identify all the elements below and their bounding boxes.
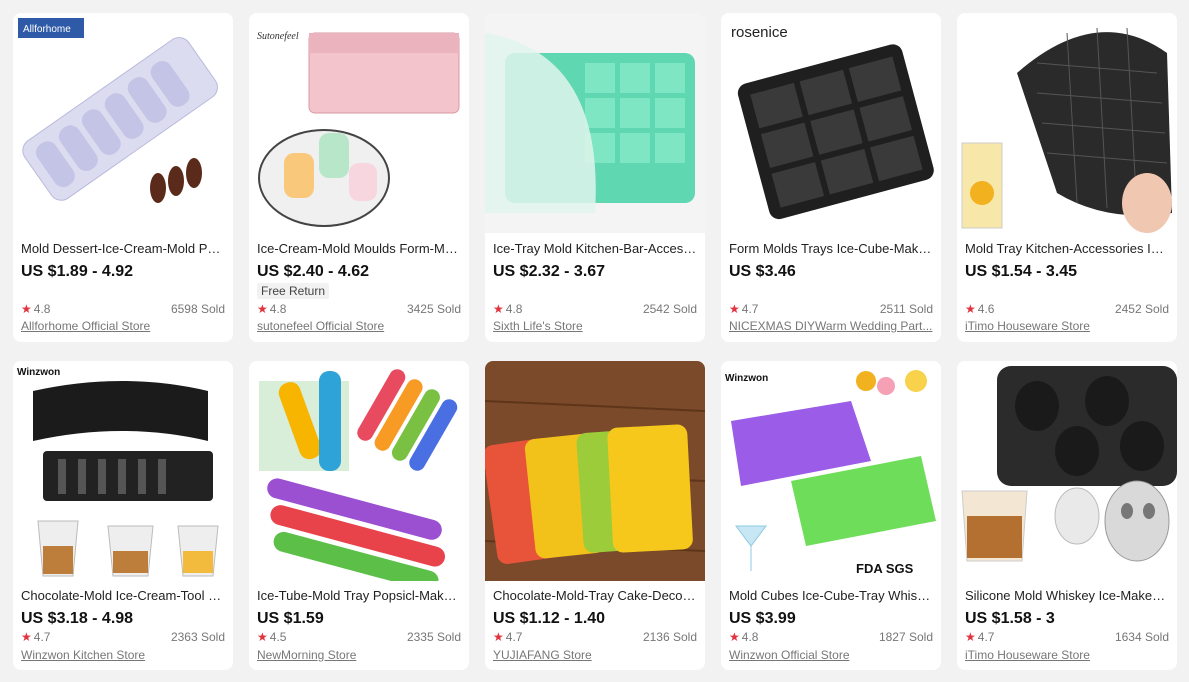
store-link[interactable]: Sixth Life's Store: [493, 319, 697, 333]
product-card[interactable]: Mold Tray Kitchen-Accessories Ice-... US…: [957, 13, 1177, 342]
star-icon: ★: [21, 630, 32, 644]
product-title[interactable]: Form Molds Trays Ice-Cube-Maker ...: [729, 241, 933, 256]
product-title[interactable]: Mold Tray Kitchen-Accessories Ice-...: [965, 241, 1169, 256]
star-icon: ★: [257, 630, 268, 644]
product-image[interactable]: Winzwon: [13, 361, 233, 581]
product-price: US $1.58 - 3: [965, 610, 1055, 627]
star-icon: ★: [965, 302, 976, 316]
star-icon: ★: [729, 630, 740, 644]
sold-count: 3425 Sold: [406, 302, 461, 316]
product-price: US $1.54 - 3.45: [965, 263, 1078, 280]
rating: ★ 4.7: [729, 302, 759, 316]
product-card[interactable]: Winzwon FDA SGS Mold Cubes Ice-Cube-Tray…: [721, 361, 941, 670]
product-price: US $1.89 - 4.92: [21, 263, 134, 280]
store-link[interactable]: Winzwon Kitchen Store: [21, 648, 225, 662]
rating: ★ 4.8: [21, 302, 51, 316]
certification-label: FDA SGS: [856, 561, 914, 576]
store-link[interactable]: sutonefeel Official Store: [257, 319, 461, 333]
product-image[interactable]: [957, 361, 1177, 581]
product-card[interactable]: Winzwon Chocolate-Mold Ice-Cream-Tool W.…: [13, 361, 233, 670]
product-card[interactable]: Sutonefeel Ice-Cream-Mold Moulds Form-Ma…: [249, 13, 469, 342]
product-title[interactable]: Ice-Tray Mold Kitchen-Bar-Accesso...: [493, 241, 697, 256]
star-icon: ★: [21, 302, 32, 316]
product-title[interactable]: Ice-Tube-Mold Tray Popsicl-Maker ...: [257, 588, 461, 603]
store-link[interactable]: iTimo Houseware Store: [965, 319, 1169, 333]
sold-count: 2511 Sold: [879, 302, 933, 316]
product-card[interactable]: Chocolate-Mold-Tray Cake-Decora... US $1…: [485, 361, 705, 670]
product-image[interactable]: [485, 361, 705, 581]
free-return-badge: Free Return: [257, 283, 330, 299]
store-link[interactable]: NICEXMAS DIYWarm Wedding Part...: [729, 319, 933, 333]
sold-count: 1634 Sold: [1114, 630, 1169, 644]
product-title[interactable]: Silicone Mold Whiskey Ice-Maker K...: [965, 588, 1169, 603]
sold-count: 2363 Sold: [170, 630, 225, 644]
product-price: US $3.99: [729, 610, 796, 627]
store-link[interactable]: YUJIAFANG Store: [493, 648, 697, 662]
sold-count: 1827 Sold: [878, 630, 933, 644]
product-title[interactable]: Chocolate-Mold-Tray Cake-Decora...: [493, 588, 697, 603]
product-grid: Allforhome Mold Dessert-Ice-Cream-Mold P…: [13, 13, 1177, 670]
brand-logo: Winzwon: [17, 367, 60, 378]
product-image[interactable]: rosenice: [721, 13, 941, 233]
sold-count: 2542 Sold: [642, 302, 697, 316]
product-image[interactable]: Sutonefeel: [249, 13, 469, 233]
star-icon: ★: [493, 302, 504, 316]
product-image[interactable]: [957, 13, 1177, 233]
product-title[interactable]: Mold Cubes Ice-Cube-Tray Whiske...: [729, 588, 933, 603]
product-price: US $2.40 - 4.62: [257, 263, 370, 280]
sold-count: 2452 Sold: [1114, 302, 1169, 316]
sold-count: 2136 Sold: [642, 630, 697, 644]
rating: ★ 4.8: [729, 630, 759, 644]
product-title[interactable]: Ice-Cream-Mold Moulds Form-Mak...: [257, 241, 461, 256]
rating: ★ 4.7: [21, 630, 51, 644]
rating: ★ 4.8: [493, 302, 523, 316]
store-link[interactable]: NewMorning Store: [257, 648, 461, 662]
product-image[interactable]: Allforhome: [13, 13, 233, 233]
star-icon: ★: [729, 302, 740, 316]
brand-logo: rosenice: [731, 24, 788, 41]
product-title[interactable]: Chocolate-Mold Ice-Cream-Tool W...: [21, 588, 225, 603]
star-icon: ★: [257, 302, 268, 316]
store-link[interactable]: Allforhome Official Store: [21, 319, 225, 333]
brand-logo: Allforhome: [23, 24, 71, 35]
brand-logo: Winzwon: [725, 373, 768, 384]
product-price: US $1.59: [257, 610, 324, 627]
product-price: US $1.12 - 1.40: [493, 610, 606, 627]
product-title[interactable]: Mold Dessert-Ice-Cream-Mold Pop...: [21, 241, 225, 256]
product-image[interactable]: [249, 361, 469, 581]
sold-count: 2335 Sold: [406, 630, 461, 644]
product-card[interactable]: Silicone Mold Whiskey Ice-Maker K... US …: [957, 361, 1177, 670]
rating: ★ 4.5: [257, 630, 287, 644]
product-card[interactable]: rosenice Form Molds Trays Ice-Cube-Maker…: [721, 13, 941, 342]
star-icon: ★: [965, 630, 976, 644]
product-card[interactable]: Ice-Tube-Mold Tray Popsicl-Maker ... US …: [249, 361, 469, 670]
product-image[interactable]: Winzwon FDA SGS: [721, 361, 941, 581]
product-image[interactable]: [485, 13, 705, 233]
product-price: US $3.18 - 4.98: [21, 610, 134, 627]
sold-count: 6598 Sold: [170, 302, 225, 316]
star-icon: ★: [493, 630, 504, 644]
store-link[interactable]: iTimo Houseware Store: [965, 648, 1169, 662]
brand-logo: Sutonefeel: [257, 31, 299, 42]
rating: ★ 4.6: [965, 302, 995, 316]
rating: ★ 4.7: [493, 630, 523, 644]
product-price: US $2.32 - 3.67: [493, 263, 606, 280]
product-price: US $3.46: [729, 263, 796, 280]
product-card[interactable]: Ice-Tray Mold Kitchen-Bar-Accesso... US …: [485, 13, 705, 342]
product-card[interactable]: Allforhome Mold Dessert-Ice-Cream-Mold P…: [13, 13, 233, 342]
rating: ★ 4.7: [965, 630, 995, 644]
store-link[interactable]: Winzwon Official Store: [729, 648, 933, 662]
rating: ★ 4.8: [257, 302, 287, 316]
